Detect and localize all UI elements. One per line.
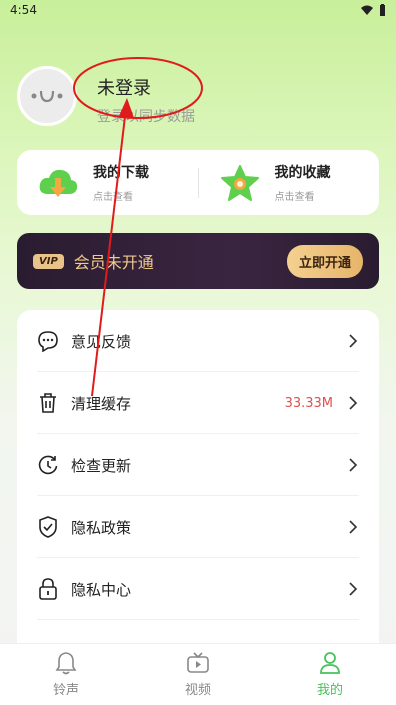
feedback-icon (37, 330, 59, 352)
chevron-right-icon (349, 458, 358, 472)
downloads-subtitle: 点击查看 (93, 192, 133, 203)
shield-icon (37, 516, 59, 538)
activate-vip-button[interactable]: 立即开通 (286, 244, 363, 278)
download-cloud-icon (37, 162, 79, 204)
menu-label-privacy-center: 隐私中心 (71, 580, 132, 599)
face-icon (31, 90, 63, 103)
wifi-icon (361, 5, 373, 15)
profile-header[interactable]: 未登录 登录以同步数据 (17, 66, 377, 128)
menu-item-feedback[interactable]: 意见反馈 (17, 310, 379, 372)
cache-size: 33.33M (284, 395, 333, 411)
battery-icon (380, 4, 385, 16)
tab-ringtones[interactable]: 铃声 (0, 644, 132, 705)
chevron-right-icon (349, 334, 358, 348)
menu-label-privacy-policy: 隐私政策 (71, 518, 132, 537)
tab-mine[interactable]: 我的 (264, 644, 396, 705)
username[interactable]: 未登录 (97, 74, 151, 100)
trash-icon (37, 392, 59, 414)
lock-icon (37, 578, 59, 600)
vip-status-text: 会员未开通 (73, 253, 154, 272)
bottom-tab-bar: 铃声 视频 我的 (0, 643, 396, 705)
menu-label-feedback: 意见反馈 (71, 332, 132, 351)
vip-badge: VIP (33, 253, 64, 269)
my-downloads-button[interactable]: 我的下载 点击查看 (17, 162, 198, 204)
status-bar: 4:54 (0, 0, 396, 20)
menu-item-clear-cache[interactable]: 清理缓存 33.33M (17, 372, 379, 434)
login-hint[interactable]: 登录以同步数据 (97, 106, 195, 126)
tab-label-ringtones: 铃声 (52, 683, 79, 698)
menu-item-privacy-center[interactable]: 隐私中心 (17, 558, 379, 620)
status-time: 4:54 (10, 3, 37, 17)
menu-item-check-update[interactable]: 检查更新 (17, 434, 379, 496)
favorites-subtitle: 点击查看 (274, 192, 315, 203)
menu-item-privacy-policy[interactable]: 隐私政策 (17, 496, 379, 558)
star-icon (219, 162, 261, 204)
quick-access-card: 我的下载 点击查看 我的收藏 点击查看 (17, 150, 379, 215)
vip-banner[interactable]: VIP 会员未开通 立即开通 (17, 233, 379, 289)
downloads-title: 我的下载 (93, 165, 149, 181)
video-icon (186, 651, 210, 675)
update-icon (37, 454, 59, 476)
menu-label-check-update: 检查更新 (71, 456, 132, 475)
chevron-right-icon (349, 582, 358, 596)
chevron-right-icon (349, 396, 358, 410)
favorites-title: 我的收藏 (274, 165, 331, 181)
avatar[interactable] (17, 66, 77, 126)
bell-icon (54, 651, 78, 675)
user-icon (318, 651, 342, 675)
tab-label-mine: 我的 (316, 683, 343, 698)
chevron-right-icon (349, 520, 358, 534)
tab-label-videos: 视频 (184, 683, 211, 698)
my-favorites-button[interactable]: 我的收藏 点击查看 (199, 162, 380, 204)
tab-videos[interactable]: 视频 (132, 644, 264, 705)
status-icons (361, 4, 386, 16)
menu-label-clear-cache: 清理缓存 (71, 394, 132, 413)
settings-menu: 意见反馈 清理缓存 33.33M 检查更新 隐私政策 隐私中心 (17, 310, 379, 670)
